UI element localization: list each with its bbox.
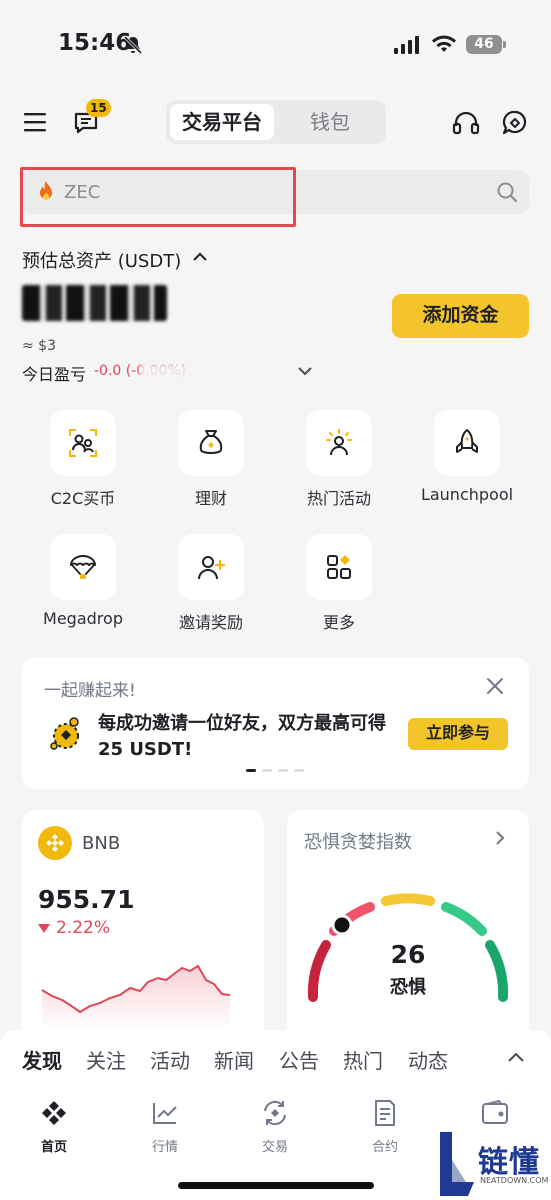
hot-events-button[interactable] [306,410,372,476]
tab-exchange[interactable]: 交易平台 [170,104,274,140]
add-funds-button[interactable]: 添加资金 [392,294,529,338]
banner-title: 一起赚起来! [44,681,136,701]
bnb-sparkline [41,964,231,1030]
battery-indicator: 46 [466,35,502,54]
c2c-buy-button[interactable] [50,410,116,476]
more-icon [327,555,351,579]
banner-text: 每成功邀请一位好友，双方最高可得25 USDT! [98,713,386,760]
earn-label: 理财 [194,489,227,508]
daily-pnl-label: 今日盈亏 [22,365,87,384]
invite-rewards-label: 邀请奖励 [178,613,243,632]
battery-cap [503,41,506,48]
launchpool-label: Launchpool [420,485,514,504]
watermark-text: 链懂 [478,1145,540,1180]
nav-home-label[interactable]: 首页 [19,1136,89,1155]
tab-wallet[interactable]: 钱包 [278,104,382,140]
feed-tab-following[interactable]: 关注 [86,1045,126,1074]
assets-approx-usd: ≈ $3 [22,338,56,354]
c2c-buy-label: C2C买币 [50,489,116,508]
home-indicator [178,1182,374,1189]
bnb-name: BNB [82,833,121,854]
fear-greed-title: 恐惧贪婪指数 [304,832,412,853]
futures-icon[interactable] [372,1099,398,1127]
carousel-dot [262,769,272,772]
megadrop-button[interactable] [50,534,116,600]
bell-off-icon [123,35,143,55]
launchpool-button[interactable] [434,410,500,476]
nav-futures-label[interactable]: 合约 [350,1136,420,1155]
carousel-dot-active [246,769,256,772]
activity-icon [326,429,352,456]
money-bag-icon [199,430,223,454]
parachute-icon [70,555,96,579]
status-time: 15:46 [58,30,132,56]
hot-events-label: 热门活动 [306,489,371,508]
bnb-price: 955.71 [38,885,135,914]
watermark-logo [440,1132,474,1196]
c2c-icon [69,429,97,457]
wifi-icon [432,35,456,52]
invite-rewards-button[interactable] [178,534,244,600]
fear-greed-value: 26 [390,940,426,969]
estimated-assets-label[interactable]: 预估总资产 (USDT) [22,247,181,273]
invite-icon [198,556,226,580]
home-icon[interactable] [41,1100,67,1126]
nav-markets-label[interactable]: 行情 [130,1136,200,1155]
feed-tab-discover[interactable]: 发现 [22,1045,62,1074]
menu-icon[interactable] [24,112,46,132]
feed-tab-activities[interactable]: 活动 [150,1045,190,1074]
join-now-button[interactable]: 立即参与 [408,718,508,750]
fear-greed-label: 恐惧 [390,977,426,998]
watermark-subtext: NEATDOWN.COM [480,1176,549,1185]
carousel-dot [278,769,288,772]
down-triangle-icon [38,924,50,933]
wallet-icon[interactable] [481,1099,509,1125]
pnl-redaction [140,364,260,380]
megadrop-label: Megadrop [43,609,123,628]
chevron-right-icon[interactable] [495,830,505,846]
feed-tab-hot[interactable]: 热门 [343,1045,383,1074]
trade-icon[interactable] [260,1099,290,1127]
carousel-dot [294,769,304,772]
more-button[interactable] [306,534,372,600]
bnb-logo-icon [38,826,72,860]
chevron-up-icon[interactable] [508,1052,524,1062]
close-icon[interactable] [486,677,504,695]
notification-badge: 15 [86,99,111,117]
chevron-down-icon[interactable] [298,366,312,376]
headset-icon[interactable] [452,110,480,136]
chevron-up-icon[interactable] [193,252,207,262]
markets-icon[interactable] [151,1100,179,1126]
rocket-icon [456,429,478,453]
nav-trade-label[interactable]: 交易 [240,1136,310,1155]
feed-tab-announcements[interactable]: 公告 [279,1045,319,1074]
more-label: 更多 [322,613,355,632]
search-highlight-box [20,167,296,227]
signal-icon [394,36,419,54]
bnb-change: 2.22% [56,918,111,938]
earn-button[interactable] [178,410,244,476]
feed-tab-updates[interactable]: 动态 [408,1045,448,1074]
search-icon[interactable] [496,181,518,203]
gift-chat-icon[interactable] [500,108,530,138]
coins-icon [50,717,79,750]
feed-tab-news[interactable]: 新闻 [214,1045,254,1074]
total-assets-value-redacted [22,285,167,321]
